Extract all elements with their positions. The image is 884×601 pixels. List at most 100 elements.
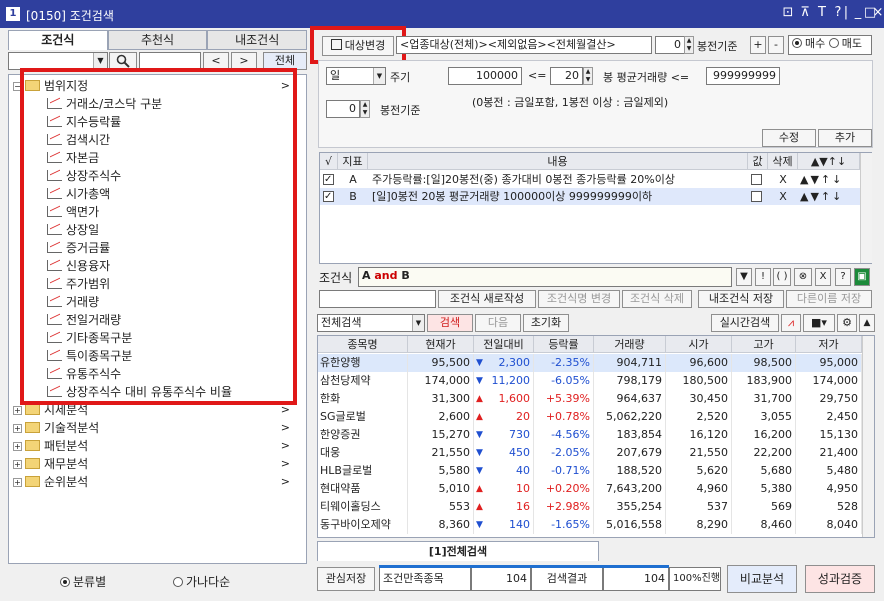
delete-formula-button[interactable]: 조건식 삭제	[622, 290, 692, 308]
expand-icon[interactable]: +	[13, 424, 22, 433]
tree-item[interactable]: 신용융자	[47, 257, 304, 275]
reset-button[interactable]: 초기화	[523, 314, 569, 332]
rename-formula-button[interactable]: 조건식명 변경	[538, 290, 620, 308]
condition-row[interactable]: A 주가등락률:[일]20봉전(중) 종가대비 0봉전 종가등락률 20%이상 X▲…	[320, 171, 860, 188]
tree-item[interactable]: 지수등락률	[47, 113, 304, 131]
tree-folder[interactable]: + 재무분석 >	[13, 455, 304, 473]
expand-icon[interactable]: +	[13, 460, 22, 469]
radio-alphabetical[interactable]: 가나다순	[173, 573, 230, 590]
pin-icon[interactable]: ⊼	[797, 5, 813, 21]
bar-count-spinner[interactable]: ▲ ▼	[583, 67, 593, 85]
column-header[interactable]: 종목명	[318, 336, 408, 353]
table-row[interactable]: HLB글로벌 5,580 ▼ 40 -0.71% 188,520 5,620 5,680 5,4…	[318, 462, 862, 480]
tree-item[interactable]: 기타종목구분	[47, 329, 304, 347]
table-row[interactable]: 현대약품 5,010 ▲ 10 +0.20% 7,643,200 4,960 5,380 4,9…	[318, 480, 862, 498]
period-select[interactable]: 일 ▼	[326, 67, 386, 85]
tree-item[interactable]: 상장일	[47, 221, 304, 239]
tab-recommended[interactable]: 추천식	[107, 30, 208, 50]
save-my-condition-button[interactable]: 내조건식 저장	[698, 290, 784, 308]
formula-name-input[interactable]	[319, 290, 436, 308]
table-row[interactable]: 대웅 21,550 ▼ 450 -2.05% 207,679 21,550 22,200 21,…	[318, 444, 862, 462]
not-button[interactable]: !	[755, 268, 771, 286]
next-button[interactable]: >	[231, 52, 257, 70]
save-as-button[interactable]: 다른이름 저장	[786, 290, 872, 308]
column-header[interactable]: 등락률	[534, 336, 594, 353]
min-volume-input[interactable]: 100000	[448, 67, 522, 85]
tree-item[interactable]: 자본금	[47, 149, 304, 167]
delete-icon[interactable]: X	[768, 171, 798, 188]
table-row[interactable]: 한양증권 15,270 ▼ 730 -4.56% 183,854 16,120 16,200 1…	[318, 426, 862, 444]
realtime-search-button[interactable]: 실시간검색	[711, 314, 779, 332]
collapse-up-icon[interactable]: ▲	[859, 314, 875, 332]
minus-button[interactable]: -	[768, 36, 784, 54]
column-header[interactable]: 저가	[796, 336, 862, 353]
bars-spinner[interactable]: ▲ ▼	[684, 36, 694, 54]
restore-small-icon[interactable]: ⊡	[780, 5, 796, 21]
tree-item[interactable]: 검색시간	[47, 131, 304, 149]
performance-verify-button[interactable]: 성과검증	[805, 565, 875, 593]
formula-input[interactable]: A and B	[358, 267, 732, 287]
dropdown-icon[interactable]: ▼	[736, 268, 752, 286]
move-buttons[interactable]: ▲▼↑↓	[800, 171, 860, 188]
menu-icon[interactable]: ■▾	[803, 314, 835, 332]
expand-icon[interactable]: +	[13, 478, 22, 487]
column-header[interactable]: 현재가	[408, 336, 474, 353]
collapse-icon[interactable]: −	[13, 82, 22, 91]
paren-button[interactable]: ( )	[773, 268, 791, 286]
excel-icon[interactable]: ▣	[854, 268, 870, 286]
chart-icon[interactable]: ⩘	[781, 314, 801, 332]
condition-row[interactable]: B [일]0봉전 20봉 평균거래량 100000이상 999999999이하 X▲…	[320, 188, 860, 205]
help-button[interactable]: ?	[835, 268, 851, 286]
tree-folder[interactable]: + 패턴분석 >	[13, 437, 304, 455]
radio-buy[interactable]: 매수	[792, 37, 825, 50]
plus-button[interactable]: +	[750, 36, 766, 54]
search-button[interactable]	[109, 52, 137, 70]
base-bar-spinner[interactable]: ▲ ▼	[360, 100, 370, 118]
table-row[interactable]: 삼천당제약 174,000 ▼ 11,200 -6.05% 798,179 180,500 1…	[318, 372, 862, 390]
expand-icon[interactable]: +	[13, 442, 22, 451]
tree-item[interactable]: 시가총액	[47, 185, 304, 203]
xor-button[interactable]: ⊗	[794, 268, 812, 286]
column-header[interactable]: 시가	[666, 336, 732, 353]
tab-condition[interactable]: 조건식	[8, 30, 108, 50]
tree-item[interactable]: 주가범위	[47, 275, 304, 293]
target-change-button[interactable]: 대상변경	[322, 36, 394, 56]
radio-sell[interactable]: 매도	[828, 37, 862, 50]
table-row[interactable]: 한화 31,300 ▲ 1,600 +5.39% 964,637 30,450 31,700 2…	[318, 390, 862, 408]
max-volume-input[interactable]: 999999999	[706, 67, 780, 85]
clear-button[interactable]: X	[815, 268, 831, 286]
close-icon[interactable]: ×	[872, 5, 884, 21]
tree-folder[interactable]: + 기술적분석 >	[13, 419, 304, 437]
delete-icon[interactable]: X	[768, 188, 798, 205]
checkbox[interactable]	[323, 188, 334, 205]
tree-item[interactable]: 증거금률	[47, 239, 304, 257]
search-input[interactable]	[139, 52, 201, 70]
column-header[interactable]: 전일대비	[474, 336, 534, 353]
next-page-button[interactable]: 다음	[475, 314, 521, 332]
scrollbar[interactable]	[860, 153, 872, 263]
tree-item[interactable]: 액면가	[47, 203, 304, 221]
new-formula-button[interactable]: 조건식 새로작성	[438, 290, 536, 308]
bar-count-input[interactable]: 20	[550, 67, 583, 85]
category-select[interactable]: ▼	[8, 52, 108, 70]
scope-select[interactable]: 전체검색 ▼	[317, 314, 425, 332]
column-header[interactable]: 거래량	[594, 336, 666, 353]
tree-folder[interactable]: + 순위분석 >	[13, 473, 304, 491]
scrollbar[interactable]	[862, 336, 874, 537]
tree-item[interactable]: 유통주식수	[47, 365, 304, 383]
radio-by-category[interactable]: 분류별	[60, 573, 106, 590]
prev-button[interactable]: <	[203, 52, 229, 70]
value-checkbox[interactable]	[751, 191, 762, 202]
tree-item[interactable]: 상장주식수 대비 유통주식수 비율	[47, 383, 304, 401]
search-run-button[interactable]: 검색	[427, 314, 473, 332]
watchlist-save-button[interactable]: 관심저장	[317, 567, 375, 591]
tab-all-search[interactable]: [1]전체검색	[317, 541, 599, 561]
tree-item[interactable]: 상장주식수	[47, 167, 304, 185]
table-row[interactable]: SG글로벌 2,600 ▲ 20 +0.78% 5,062,220 2,520 3,055 2,…	[318, 408, 862, 426]
table-row[interactable]: 티웨이홀딩스 553 ▲ 16 +2.98% 355,254 537 569 528	[318, 498, 862, 516]
tree-folder[interactable]: + 시세분석 >	[13, 401, 304, 419]
expand-icon[interactable]: +	[13, 406, 22, 415]
table-row[interactable]: 동구바이오제약 8,360 ▼ 140 -1.65% 5,016,558 8,290 8,46…	[318, 516, 862, 534]
value-checkbox[interactable]	[751, 174, 762, 185]
checkbox[interactable]	[323, 171, 334, 188]
